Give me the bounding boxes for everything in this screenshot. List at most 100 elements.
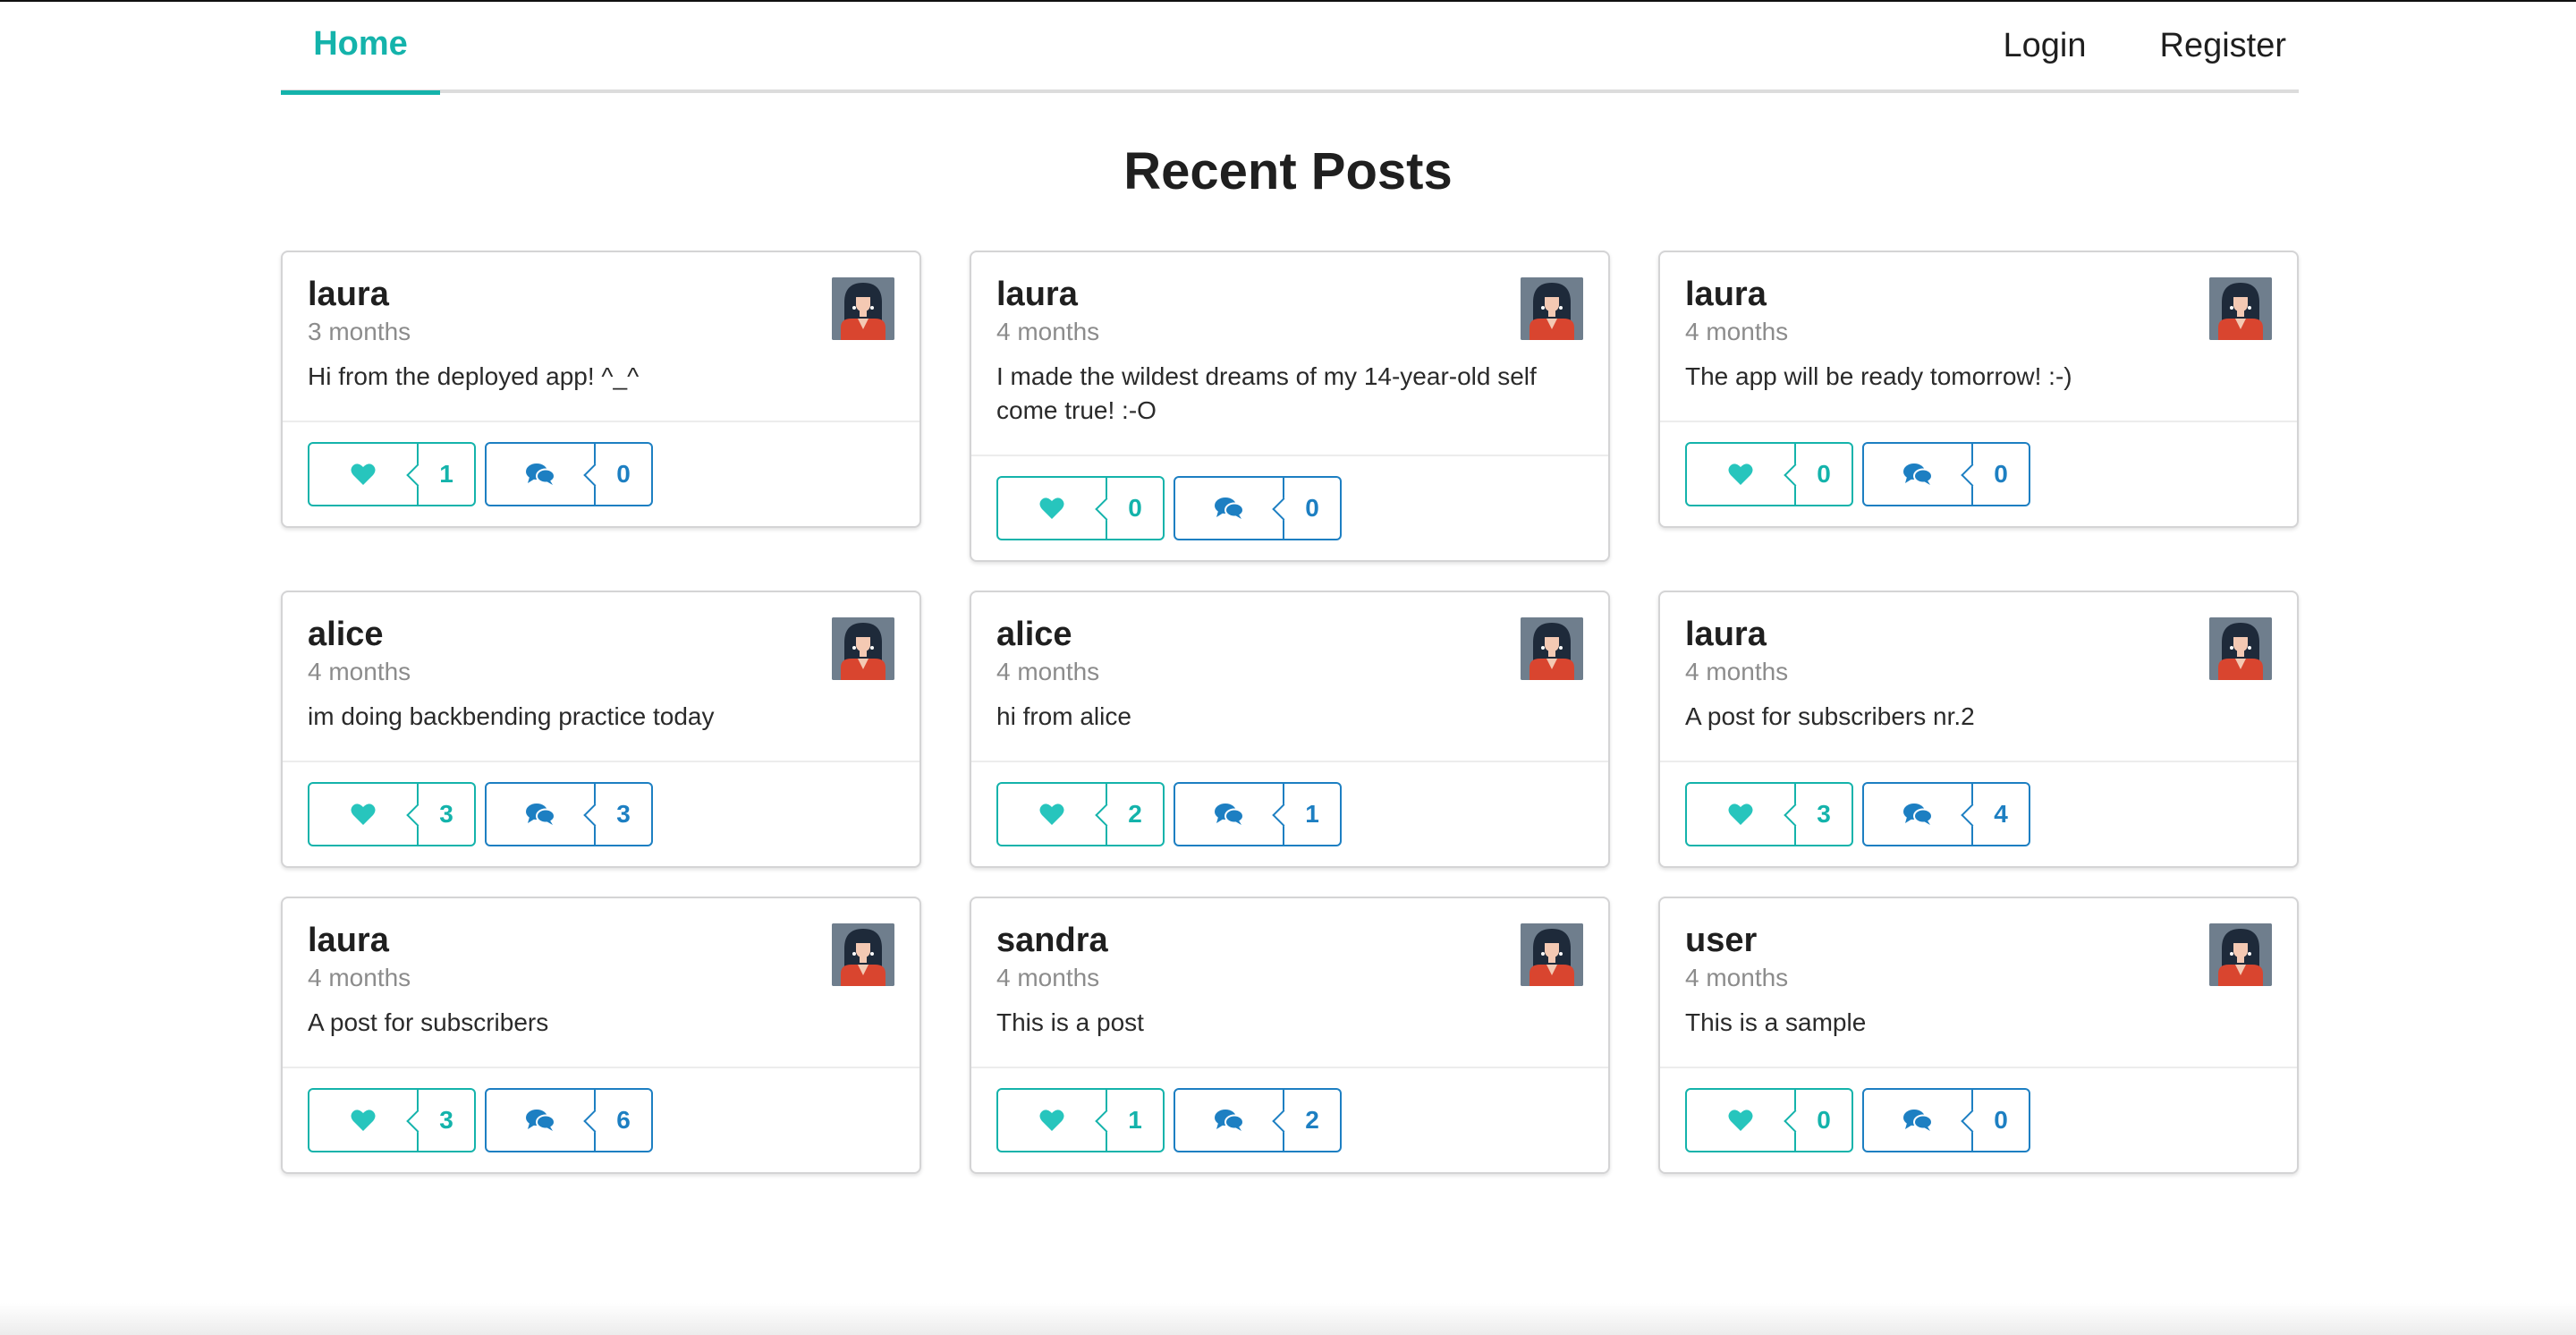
post-content: laura 3 months Hi from the deployed app! ^…	[283, 252, 919, 421]
comment-button[interactable]: 3	[485, 782, 653, 846]
nav-register-link[interactable]: Register	[2160, 27, 2287, 69]
post-body: A post for subscribers	[308, 1008, 549, 1036]
post-card: laura 4 months The app will be ready tomor…	[1658, 251, 2299, 528]
post-body: hi from alice	[996, 702, 1131, 730]
comments-icon[interactable]	[1862, 442, 1973, 506]
like-count: 0	[1796, 1088, 1853, 1152]
nav-login-link[interactable]: Login	[2004, 27, 2087, 69]
post-card: alice 4 months hi from alice 2 1	[970, 591, 1610, 868]
post-author: alice	[996, 616, 1072, 653]
comment-button[interactable]: 4	[1862, 782, 2030, 846]
heart-icon[interactable]	[996, 1088, 1107, 1152]
comments-icon[interactable]	[1174, 1088, 1284, 1152]
posts-row: laura 4 months A post for subscribers 3 6 sa…	[281, 897, 2299, 1174]
comment-button[interactable]: 1	[1174, 782, 1342, 846]
like-button[interactable]: 3	[308, 1088, 476, 1152]
avatar	[832, 277, 894, 340]
comments-icon[interactable]	[1174, 476, 1284, 540]
heart-icon[interactable]	[308, 1088, 419, 1152]
like-button[interactable]: 1	[308, 442, 476, 506]
like-count: 3	[419, 782, 476, 846]
top-menu: Home Login Register	[281, 2, 2299, 95]
avatar	[832, 617, 894, 680]
page-title: Recent Posts	[1123, 142, 1453, 200]
comment-button[interactable]: 0	[485, 442, 653, 506]
comments-icon[interactable]	[485, 1088, 596, 1152]
like-count: 1	[419, 442, 476, 506]
post-actions: 36	[283, 1067, 919, 1172]
post-time: 4 months	[1685, 964, 1789, 991]
heart-icon[interactable]	[1685, 782, 1796, 846]
comments-icon[interactable]	[485, 782, 596, 846]
heart-icon[interactable]	[308, 782, 419, 846]
heart-icon[interactable]	[996, 782, 1107, 846]
post-time: 4 months	[996, 964, 1100, 991]
post-author: alice	[308, 616, 384, 653]
comment-count: 0	[1973, 442, 2030, 506]
like-button[interactable]: 1	[996, 1088, 1165, 1152]
post-actions: 10	[283, 421, 919, 526]
avatar	[1521, 617, 1583, 680]
avatar	[2209, 277, 2272, 340]
like-button[interactable]: 3	[1685, 782, 1853, 846]
post-author: laura	[1685, 276, 1767, 313]
post-content: sandra 4 months This is a post	[971, 898, 1608, 1067]
post-actions: 12	[971, 1067, 1608, 1172]
post-actions: 33	[283, 761, 919, 866]
avatar	[2209, 617, 2272, 680]
comment-button[interactable]: 0	[1174, 476, 1342, 540]
like-count: 2	[1107, 782, 1165, 846]
post-body: I made the wildest dreams of my 14-year-…	[996, 362, 1537, 424]
like-count: 3	[1796, 782, 1853, 846]
like-button[interactable]: 0	[1685, 1088, 1853, 1152]
comment-button[interactable]: 0	[1862, 1088, 2030, 1152]
post-content: laura 4 months A post for subscribers nr.2	[1660, 592, 2297, 761]
window-bottom-shade	[0, 1303, 2576, 1335]
like-button[interactable]: 0	[1685, 442, 1853, 506]
post-content: alice 4 months im doing backbending practi…	[283, 592, 919, 761]
comment-button[interactable]: 2	[1174, 1088, 1342, 1152]
heart-icon[interactable]	[308, 442, 419, 506]
post-time: 4 months	[996, 318, 1100, 345]
post-time: 4 months	[1685, 318, 1789, 345]
comments-icon[interactable]	[1174, 782, 1284, 846]
post-content: laura 4 months I made the wildest dreams o…	[971, 252, 1608, 455]
nav-right: Login Register	[2004, 2, 2299, 93]
heart-icon[interactable]	[1685, 1088, 1796, 1152]
comment-count: 3	[596, 782, 653, 846]
comment-button[interactable]: 6	[485, 1088, 653, 1152]
comment-count: 6	[596, 1088, 653, 1152]
post-author: laura	[996, 276, 1078, 313]
comment-count: 4	[1973, 782, 2030, 846]
post-body: im doing backbending practice today	[308, 702, 715, 730]
like-button[interactable]: 0	[996, 476, 1165, 540]
post-card: laura 4 months A post for subscribers nr.2…	[1658, 591, 2299, 868]
like-button[interactable]: 3	[308, 782, 476, 846]
like-button[interactable]: 2	[996, 782, 1165, 846]
post-content: laura 4 months A post for subscribers	[283, 898, 919, 1067]
comments-icon[interactable]	[1862, 782, 1973, 846]
like-count: 0	[1107, 476, 1165, 540]
heart-icon[interactable]	[1685, 442, 1796, 506]
comments-icon[interactable]	[485, 442, 596, 506]
avatar	[1521, 923, 1583, 986]
post-author: laura	[308, 276, 389, 313]
post-card: user 4 months This is a sample 0 0	[1658, 897, 2299, 1174]
posts-row: alice 4 months im doing backbending practi…	[281, 591, 2299, 868]
post-time: 4 months	[308, 658, 411, 685]
comments-icon[interactable]	[1862, 1088, 1973, 1152]
like-count: 0	[1796, 442, 1853, 506]
post-author: laura	[1685, 616, 1767, 653]
post-content: user 4 months This is a sample	[1660, 898, 2297, 1067]
post-author: sandra	[996, 922, 1108, 959]
posts-row: laura 3 months Hi from the deployed app! ^…	[281, 251, 2299, 562]
comment-count: 0	[1973, 1088, 2030, 1152]
comment-button[interactable]: 0	[1862, 442, 2030, 506]
post-actions: 21	[971, 761, 1608, 866]
post-author: laura	[308, 922, 389, 959]
post-body: A post for subscribers nr.2	[1685, 702, 1975, 730]
post-time: 4 months	[308, 964, 411, 991]
heart-icon[interactable]	[996, 476, 1107, 540]
post-actions: 00	[971, 455, 1608, 560]
nav-home-link[interactable]: Home	[281, 2, 440, 95]
